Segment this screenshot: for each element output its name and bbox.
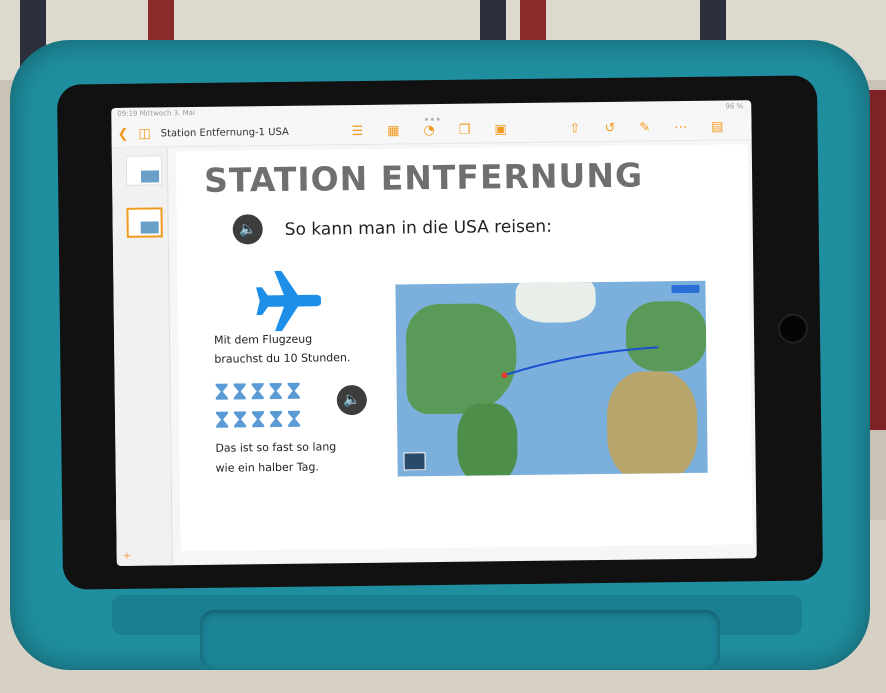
map-satellite-toggle[interactable] xyxy=(403,452,426,471)
slide-thumbnail-1[interactable] xyxy=(125,155,163,186)
hourglass-icon xyxy=(233,383,246,400)
shapes-icon[interactable]: ❐ xyxy=(459,123,471,138)
hourglass-icon xyxy=(269,382,282,400)
document-tools: ⇧ ↺ ✎ ⋯ ▤ xyxy=(569,119,733,137)
status-time: 09:19 Mittwoch 3. Mai xyxy=(117,108,195,118)
tablet-case-stand xyxy=(200,610,720,670)
more-icon[interactable]: ⋯ xyxy=(674,120,687,135)
home-button[interactable] xyxy=(777,313,809,344)
slide-canvas[interactable]: STATION ENTFERNUNG 🔈 So kann man in die … xyxy=(175,144,753,552)
format-brush-icon[interactable]: ✎ xyxy=(639,120,650,135)
share-icon[interactable]: ⇧ xyxy=(569,121,580,136)
hourglass-icon xyxy=(251,383,264,400)
map-open-chip[interactable] xyxy=(671,284,700,294)
comparison-line-2: wie ein halber Tag. xyxy=(215,460,319,475)
comparison-line-1: Das ist so fast so lang xyxy=(215,440,337,455)
hourglass-icon xyxy=(251,411,265,428)
hourglass-icon xyxy=(215,411,229,428)
slide-title: STATION ENTFERNUNG xyxy=(203,155,644,200)
slide-thumbnail-2[interactable] xyxy=(126,207,163,238)
flight-time-line-2: brauchst du 10 Stunden. xyxy=(214,351,351,366)
hourglass-icon xyxy=(269,410,283,428)
media-icon[interactable]: ▣ xyxy=(494,122,506,137)
document-title[interactable]: Station Entfernung-1 USA xyxy=(161,127,289,140)
speaker-icon[interactable]: 🔈 xyxy=(232,214,263,245)
hourglass-icon xyxy=(233,411,247,428)
insert-tools: ☰ ▦ ◔ ❐ ▣ xyxy=(351,122,516,139)
hourglass-row xyxy=(215,382,312,439)
undo-icon[interactable]: ↺ xyxy=(604,121,615,136)
hourglass-icon xyxy=(287,382,300,399)
speaker-icon[interactable]: 🔈 xyxy=(336,384,368,416)
status-battery: 96 % xyxy=(725,102,744,111)
slide-thumbnail-map xyxy=(140,221,159,234)
flight-route-line xyxy=(501,346,659,379)
tablet-screen: 09:19 Mittwoch 3. Mai 96 % ••• ❮ ◫ Stati… xyxy=(111,100,757,566)
flight-time-line-1: Mit dem Flugzeug xyxy=(213,332,313,347)
hourglass-icon xyxy=(215,383,228,400)
add-slide-icon[interactable]: + xyxy=(123,551,132,562)
tablet-device: 09:19 Mittwoch 3. Mai 96 % ••• ❮ ◫ Stati… xyxy=(56,75,824,590)
airplane-icon xyxy=(256,270,322,332)
table-icon[interactable]: ▦ xyxy=(387,123,399,138)
list-icon[interactable]: ☰ xyxy=(351,124,363,139)
slide-subtitle: So kann man in die USA reisen: xyxy=(284,216,552,240)
sidebar-icon[interactable]: ◫ xyxy=(138,127,150,142)
hourglass-icon xyxy=(287,410,301,427)
chevron-left-icon[interactable]: ❮ xyxy=(117,127,128,142)
slide-navigator: + xyxy=(111,147,173,566)
slide-thumbnail-map xyxy=(141,170,160,183)
flight-route-map[interactable] xyxy=(395,280,708,477)
chart-icon[interactable]: ◔ xyxy=(423,123,435,138)
document-icon[interactable]: ▤ xyxy=(711,120,723,135)
